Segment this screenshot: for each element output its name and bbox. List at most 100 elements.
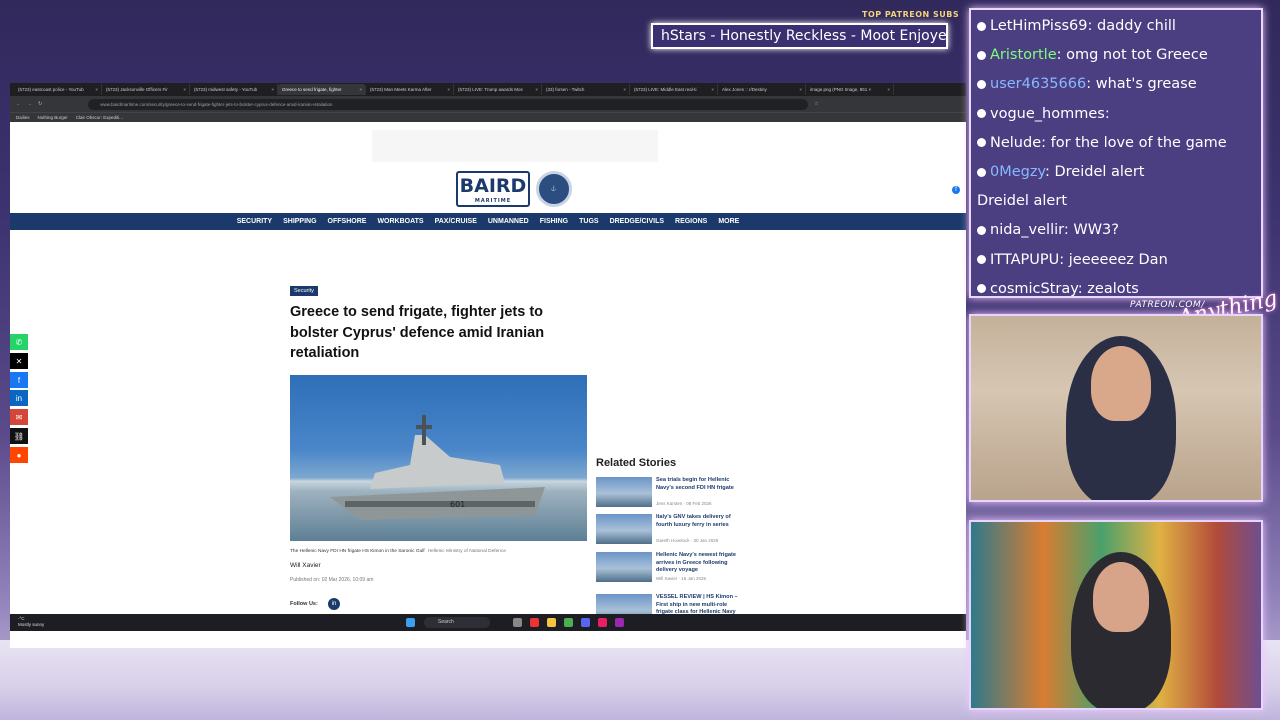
related-title[interactable]: Italy's GNV takes delivery of fourth lux… bbox=[656, 514, 742, 529]
tab-close-icon[interactable]: × bbox=[447, 87, 450, 92]
chat-text: Dreidel alert bbox=[977, 193, 1068, 210]
back-icon[interactable]: ← bbox=[16, 101, 21, 107]
related-story[interactable]: Sea trials begin for Hellenic Navy's sec… bbox=[596, 477, 741, 511]
svg-text:601: 601 bbox=[450, 500, 465, 509]
tab-label: (5723) Man Meets Karma After bbox=[370, 87, 432, 92]
nav-item[interactable]: DREDGE/CIVILS bbox=[610, 218, 664, 225]
bookmark-item[interactable]: Clair Obscur: Expediti... bbox=[76, 115, 123, 120]
chat-username: vogue_hommes bbox=[990, 105, 1105, 122]
weather-widget[interactable]: -°C Mostly sunny bbox=[18, 616, 44, 628]
tab-close-icon[interactable]: × bbox=[359, 87, 362, 92]
tab-label: (5723) LIVE: Trump awards Mos bbox=[458, 87, 523, 92]
related-thumbnail[interactable] bbox=[596, 514, 652, 544]
nav-item[interactable]: SECURITY bbox=[237, 218, 272, 225]
tab-close-icon[interactable]: × bbox=[95, 87, 98, 92]
nav-item[interactable]: PAX/CRUISE bbox=[435, 218, 477, 225]
browser-tab[interactable]: (5723) Jacksonville Officers Fir × bbox=[102, 84, 190, 95]
nav-item[interactable]: MORE bbox=[718, 218, 739, 225]
chat-badge-icon bbox=[977, 255, 986, 265]
bookmark-item[interactable]: Dailies bbox=[16, 115, 30, 120]
browser-tab[interactable]: (5723) eastcoast police - YouTub × bbox=[14, 84, 102, 95]
facebook-icon[interactable]: f bbox=[952, 186, 960, 194]
category-badge[interactable]: Security bbox=[290, 286, 318, 296]
browser-tab[interactable]: (5723) LIVE: Trump awards Mos × bbox=[454, 84, 542, 95]
app-icon[interactable] bbox=[615, 618, 624, 627]
tab-label: (33) forsen - Twitch bbox=[546, 87, 585, 92]
linkedin-share-icon[interactable]: in bbox=[10, 390, 28, 406]
x-share-icon[interactable]: ✕ bbox=[10, 353, 28, 369]
chat-badge-icon bbox=[977, 167, 986, 177]
bookmark-item[interactable]: Nothing Burger bbox=[38, 115, 68, 120]
caption-text: The Hellenic Navy FDI HN frigate HS Kimo… bbox=[290, 549, 425, 554]
browser-tab[interactable]: (5723) Man Meets Karma After × bbox=[366, 84, 454, 95]
related-title[interactable]: Hellenic Navy's newest frigate arrives i… bbox=[656, 552, 742, 575]
bookmark-star-icon[interactable]: ☆ bbox=[814, 101, 818, 107]
chrome-icon[interactable] bbox=[564, 618, 573, 627]
app-icon[interactable] bbox=[530, 618, 539, 627]
whatsapp-share-icon[interactable]: ✆ bbox=[10, 334, 28, 350]
app-icon[interactable] bbox=[598, 618, 607, 627]
chat-message: cosmicStray: zealots bbox=[977, 275, 1255, 297]
browser-tab[interactable]: (33) forsen - Twitch × bbox=[542, 84, 630, 95]
nav-item[interactable]: WORKBOATS bbox=[377, 218, 423, 225]
nav-item[interactable]: FISHING bbox=[540, 218, 568, 225]
logo-seal-icon: ⚓ bbox=[536, 171, 572, 207]
reddit-share-icon[interactable]: ● bbox=[10, 447, 28, 463]
related-story[interactable]: Hellenic Navy's newest frigate arrives i… bbox=[596, 552, 741, 586]
address-bar[interactable]: www.bairdmaritime.com/security/greece-to… bbox=[88, 98, 809, 110]
browser-tab[interactable]: (5723) midwest safety - YouTub × bbox=[190, 84, 278, 95]
reload-icon[interactable]: ↻ bbox=[38, 101, 42, 107]
nav-item[interactable]: REGIONS bbox=[675, 218, 707, 225]
tab-close-icon[interactable]: × bbox=[623, 87, 626, 92]
forward-icon[interactable]: → bbox=[27, 101, 32, 107]
chat-message: vogue_hommes: bbox=[977, 100, 1255, 129]
browser-tab[interactable]: Alex Jones :: r/Destiny × bbox=[718, 84, 806, 95]
bookmarks-bar: Dailies Nothing Burger Clair Obscur: Exped… bbox=[10, 112, 966, 122]
browser-tab[interactable]: (5723) LIVE: Middle East real-ti × bbox=[630, 84, 718, 95]
tab-close-icon[interactable]: × bbox=[271, 87, 274, 92]
tab-close-icon[interactable]: × bbox=[799, 87, 802, 92]
related-story[interactable]: Italy's GNV takes delivery of fourth lux… bbox=[596, 514, 741, 548]
article-title: Greece to send frigate, fighter jets to … bbox=[290, 304, 545, 361]
taskbar-search[interactable]: Search bbox=[424, 617, 490, 628]
related-meta: Will Xavier · 15 Jan 2026 bbox=[656, 576, 707, 581]
streamer-1-face bbox=[1091, 346, 1151, 421]
linkedin-follow-icon[interactable]: in bbox=[328, 598, 340, 610]
chat-text: : WW3? bbox=[1063, 222, 1119, 239]
chat-text: : zealots bbox=[1077, 280, 1139, 297]
facebook-share-icon[interactable]: f bbox=[10, 372, 28, 388]
tab-close-icon[interactable]: × bbox=[535, 87, 538, 92]
tab-bar: (5723) eastcoast police - YouTub × (5723) … bbox=[10, 83, 966, 96]
author-name[interactable]: Will Xavier bbox=[290, 562, 321, 569]
browser-window: (5723) eastcoast police - YouTub × (5723) … bbox=[10, 83, 966, 648]
chat-text: : Dreidel alert bbox=[1045, 164, 1145, 181]
browser-tab[interactable]: Greece to send frigate, fighter × bbox=[278, 84, 366, 95]
tab-close-icon[interactable]: × bbox=[183, 87, 186, 92]
chat-text: : jeeeeeez Dan bbox=[1059, 251, 1168, 268]
caption-credit: Hellenic Ministry of National Defence bbox=[427, 549, 507, 554]
related-thumbnail[interactable] bbox=[596, 552, 652, 582]
browser-tab[interactable]: image.png (PNG Image, 851 × × bbox=[806, 84, 894, 95]
nav-item[interactable]: SHIPPING bbox=[283, 218, 316, 225]
discord-icon[interactable] bbox=[581, 618, 590, 627]
related-heading: Related Stories bbox=[596, 457, 677, 469]
chat-message: ITTAPUPU: jeeeeeez Dan bbox=[977, 246, 1255, 275]
related-title[interactable]: Sea trials begin for Hellenic Navy's sec… bbox=[656, 477, 742, 492]
related-thumbnail[interactable] bbox=[596, 477, 652, 507]
folder-icon[interactable] bbox=[547, 618, 556, 627]
task-view-icon[interactable] bbox=[513, 618, 522, 627]
tab-close-icon[interactable]: × bbox=[887, 87, 890, 92]
nav-item[interactable]: OFFSHORE bbox=[328, 218, 367, 225]
link-share-icon[interactable]: ⛓ bbox=[10, 428, 28, 444]
nav-item[interactable]: UNMANNED bbox=[488, 218, 529, 225]
tab-close-icon[interactable]: × bbox=[711, 87, 714, 92]
follow-label: Follow Us: bbox=[290, 601, 318, 607]
site-logo[interactable]: BAIRD MARITIME bbox=[456, 171, 530, 207]
related-meta: Jens Karsten · 08 Feb 2026 bbox=[656, 501, 712, 506]
email-share-icon[interactable]: ✉ bbox=[10, 409, 28, 425]
frigate-image: 601 bbox=[330, 415, 545, 520]
chat-username: nida_vellir bbox=[990, 222, 1064, 239]
chat-badge-icon bbox=[977, 138, 986, 148]
start-icon[interactable] bbox=[406, 618, 415, 627]
nav-item[interactable]: TUGS bbox=[579, 218, 598, 225]
